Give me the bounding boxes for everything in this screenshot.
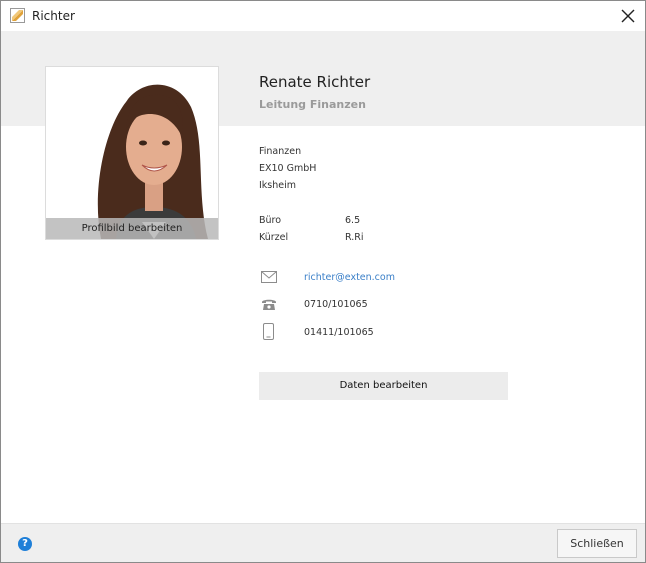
abbreviation-value: R.Ri — [345, 232, 364, 243]
org-department: Finanzen — [259, 146, 302, 157]
edit-data-button[interactable]: Daten bearbeiten — [259, 372, 508, 400]
office-label: Büro — [259, 215, 282, 226]
contact-role: Leitung Finanzen — [259, 98, 366, 111]
app-window-icon — [10, 8, 25, 23]
title-bar: Richter — [1, 1, 645, 31]
profile-dialog: Richter Profilbild bearbeiten Renate Ric… — [0, 0, 646, 563]
abbreviation-label: Kürzel — [259, 232, 289, 243]
question-icon[interactable]: ? — [18, 537, 32, 551]
dialog-footer: ? Schließen — [1, 523, 645, 562]
org-location: Iksheim — [259, 180, 297, 191]
phone-number[interactable]: 0710/101065 — [304, 299, 368, 310]
window-title: Richter — [32, 9, 75, 23]
telephone-icon — [262, 299, 276, 310]
org-company: EX10 GmbH — [259, 163, 317, 174]
close-x-icon[interactable] — [617, 5, 639, 27]
mobile-phone-icon — [263, 323, 274, 340]
close-button[interactable]: Schließen — [557, 529, 637, 558]
envelope-icon — [261, 271, 277, 283]
portrait-image — [46, 67, 218, 239]
office-value: 6.5 — [345, 215, 361, 226]
email-link[interactable]: richter@exten.com — [304, 272, 395, 283]
mobile-number[interactable]: 01411/101065 — [304, 327, 374, 338]
contact-name: Renate Richter — [259, 73, 371, 91]
profile-photo[interactable]: Profilbild bearbeiten — [45, 66, 219, 240]
edit-profile-photo-button[interactable]: Profilbild bearbeiten — [46, 218, 218, 239]
